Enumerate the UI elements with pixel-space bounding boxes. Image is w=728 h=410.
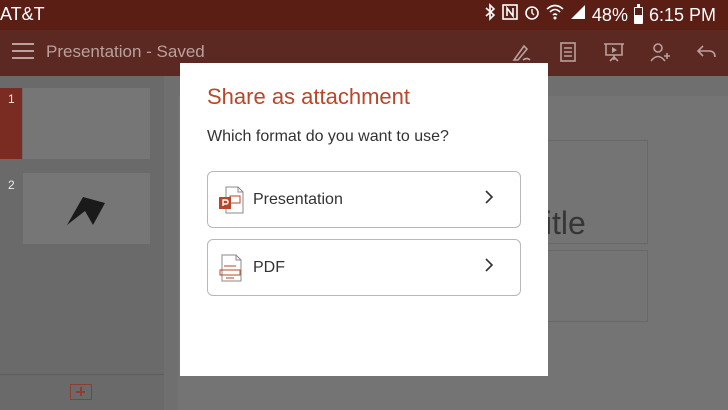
- share-person-icon[interactable]: [648, 40, 672, 64]
- menu-icon[interactable]: [12, 43, 34, 59]
- draw-icon[interactable]: [510, 40, 534, 64]
- battery-icon: [633, 3, 643, 24]
- signal-icon: [570, 4, 586, 26]
- presentation-option-button[interactable]: Presentation: [207, 171, 521, 228]
- battery-percent: 48%: [591, 4, 628, 25]
- status-bar: AT&T 48% 6:15 PM: [0, 0, 728, 30]
- option-label: PDF: [253, 259, 285, 276]
- logo-icon: [67, 197, 105, 225]
- wifi-icon: [546, 4, 564, 26]
- slide-thumbnail-2[interactable]: [23, 173, 150, 244]
- option-label: Presentation: [253, 191, 343, 208]
- alarm-icon: [524, 4, 540, 26]
- present-icon[interactable]: [602, 40, 626, 64]
- undo-icon[interactable]: [694, 40, 718, 64]
- notes-icon[interactable]: [556, 40, 580, 64]
- dialog-title: Share as attachment: [207, 84, 411, 109]
- dialog-question: Which format do you want to use?: [207, 128, 449, 145]
- carrier-label: AT&T: [0, 4, 45, 24]
- chevron-right-icon: [484, 189, 494, 210]
- slide-thumbnail-panel: 1 2: [0, 76, 164, 410]
- divider: [0, 374, 164, 375]
- slide-number: 2: [8, 178, 15, 192]
- pdf-option-button[interactable]: PDF: [207, 239, 521, 296]
- document-title: Presentation - Saved: [46, 42, 205, 61]
- slide-number: 1: [8, 92, 15, 106]
- bluetooth-icon: [484, 3, 496, 27]
- chevron-right-icon: [484, 257, 494, 278]
- share-dialog: Share as attachment Which format do you …: [180, 63, 548, 376]
- slide-thumbnail-1[interactable]: [23, 88, 150, 159]
- pdf-file-icon: [219, 254, 242, 282]
- status-icons: 48% 6:15 PM: [484, 3, 716, 27]
- add-slide-icon[interactable]: [70, 384, 92, 400]
- powerpoint-file-icon: [219, 186, 244, 214]
- toolbar-actions: [510, 40, 718, 64]
- nfc-icon: [502, 4, 518, 26]
- clock: 6:15 PM: [648, 4, 716, 25]
